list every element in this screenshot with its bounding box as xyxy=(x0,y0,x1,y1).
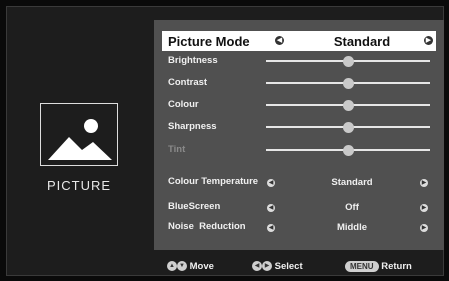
slider-label: Sharpness xyxy=(168,121,217,132)
picture-icon xyxy=(40,103,118,166)
up-arrow-icon: ▲ xyxy=(167,261,177,272)
option-label: Noise Reduction xyxy=(168,221,246,232)
slider-row-sharpness[interactable]: Sharpness xyxy=(168,121,217,135)
settings-panel: Picture Mode ◀ Standard ▶ Brightness Cont… xyxy=(154,20,444,250)
menu-key-icon: MENU xyxy=(345,261,379,272)
chevron-left-icon[interactable]: ◀ xyxy=(267,204,275,212)
option-value: Off xyxy=(345,202,359,213)
picture-mode-label: Picture Mode xyxy=(168,34,250,49)
option-row[interactable]: Noise Reduction xyxy=(168,221,246,235)
footer-return-label: Return xyxy=(381,261,412,273)
chevron-left-icon[interactable]: ◀ xyxy=(275,36,284,45)
chevron-right-icon[interactable]: ▶ xyxy=(420,179,428,187)
left-arrow-icon: ◀ xyxy=(252,261,262,272)
option-label: BlueScreen xyxy=(168,201,221,212)
footer-move-label: Move xyxy=(189,261,214,272)
option-value: Middle xyxy=(336,222,368,233)
slider-row-tint: Tint xyxy=(168,144,185,158)
chevron-right-icon[interactable]: ▶ xyxy=(420,204,428,212)
slider-label: Brightness xyxy=(168,55,218,66)
picture-mode-value: Standard xyxy=(333,34,391,49)
chevron-left-icon[interactable]: ◀ xyxy=(267,224,275,232)
picture-mode-row[interactable]: Picture Mode ◀ Standard ▶ xyxy=(162,31,436,51)
down-arrow-icon: ▼ xyxy=(177,261,187,272)
slider-row-contrast[interactable]: Contrast xyxy=(168,77,207,91)
chevron-right-icon[interactable]: ▶ xyxy=(420,224,428,232)
slider-label: Contrast xyxy=(168,77,208,88)
slider-row-colour[interactable]: Colour xyxy=(168,99,199,113)
footer-select: ◀ ▶ Select xyxy=(252,261,303,275)
slider-knob[interactable] xyxy=(342,55,354,67)
option-row[interactable]: Colour Temperature xyxy=(168,176,258,190)
slider-knob[interactable] xyxy=(342,99,354,111)
footer-move: ▲ ▼ Move xyxy=(167,261,214,275)
chevron-right-icon[interactable]: ▶ xyxy=(424,36,433,45)
option-value: Standard xyxy=(331,177,373,188)
right-arrow-icon: ▶ xyxy=(262,261,272,272)
footer-return: MENU Return xyxy=(345,261,412,275)
slider-label: Tint xyxy=(168,144,186,155)
slider-knob xyxy=(342,144,354,156)
footer-select-label: Select xyxy=(274,261,303,272)
chevron-left-icon[interactable]: ◀ xyxy=(267,179,275,187)
section-title: PICTURE xyxy=(46,178,112,193)
slider-knob[interactable] xyxy=(342,121,354,133)
slider-label: Colour xyxy=(168,99,199,110)
slider-knob[interactable] xyxy=(342,77,354,89)
slider-row-brightness[interactable]: Brightness xyxy=(168,55,218,69)
option-row[interactable]: BlueScreen xyxy=(168,201,220,215)
option-label: Colour Temperature xyxy=(168,176,259,187)
